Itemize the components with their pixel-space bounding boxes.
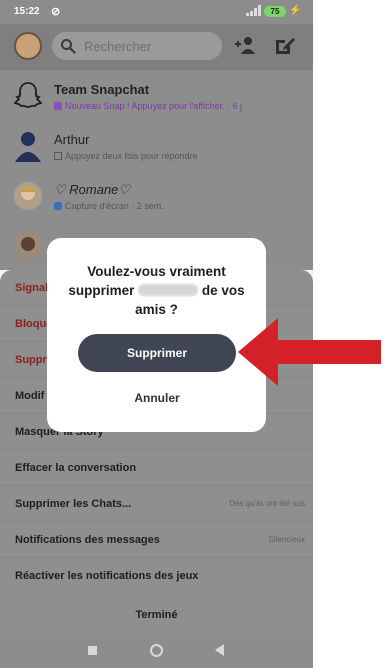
snapchat-ghost-icon [13,82,43,108]
do-not-disturb-icon: ⊘ [51,6,61,18]
dialog-message-line2-prefix: supprimer [68,283,135,298]
sheet-item-label: Suppr [15,354,47,366]
sheet-item-delete-chats[interactable]: Supprimer les Chats... Dès qu'ils ont été… [0,486,313,522]
sheet-item-message-notifications[interactable]: Notifications des messages Silencieux [0,522,313,558]
sheet-item-value: Dès qu'ils ont été vus [229,499,305,508]
dialog-message: Voulez-vous vraiment supprimer de vos am… [57,262,256,319]
chat-subtitle-text: Appuyez deux fois pour répondre [65,151,198,161]
avatar [15,132,41,162]
sheet-item-clear-conversation[interactable]: Effacer la conversation [0,450,313,486]
top-header: Rechercher [0,24,313,70]
chat-row-team-snapchat[interactable]: Team Snapchat Nouveau Snap ! Appuyez pou… [0,72,313,122]
home-icon[interactable] [150,644,163,657]
search-placeholder: Rechercher [84,39,152,54]
sheet-item-label: Notifications des messages [15,534,160,546]
screenshot-icon [54,202,62,210]
status-time: 15:22 [14,6,40,17]
sheet-item-label: Réactiver les notifications des jeux [15,570,199,582]
add-friend-icon[interactable] [234,36,256,54]
chat-status-icon [54,152,62,160]
sheet-item-label: Signal [15,282,49,294]
system-nav-bar [0,638,313,668]
charging-icon: ⚡ [289,5,302,16]
back-icon[interactable] [215,644,224,656]
new-chat-icon[interactable] [274,36,296,56]
chat-subtitle: Nouveau Snap ! Appuyez pour l'afficher. … [54,101,242,111]
sheet-item-label: Effacer la conversation [15,462,137,474]
sheet-item-value: Silencieux [268,535,305,544]
avatar [14,182,42,210]
cancel-button[interactable]: Annuler [78,386,236,410]
chat-subtitle: Appuyez deux fois pour répondre [54,151,198,161]
profile-avatar[interactable] [14,32,42,60]
blurred-username [138,284,199,296]
confirm-remove-friend-dialog: Voulez-vous vraiment supprimer de vos am… [47,238,266,432]
chat-name: Arthur [54,132,90,147]
chat-row-arthur[interactable]: Arthur Appuyez deux fois pour répondre [0,122,313,172]
sheet-item-label: Supprimer les Chats... [15,498,132,510]
dialog-message-line3: amis ? [135,302,178,317]
dialog-message-line1: Voulez-vous vraiment [87,264,226,279]
search-icon [61,39,76,54]
avatar [14,232,42,260]
battery-indicator: 75 [264,6,286,17]
sheet-item-game-notifications[interactable]: Réactiver les notifications des jeux [0,558,313,594]
chat-subtitle-text: Capture d'écran · 2 sem. [65,201,164,211]
sheet-item-label: Modif [15,390,45,402]
status-bar: 15:22 ⊘ 75 ⚡ [0,0,313,24]
red-pointer-arrow-icon [238,318,381,386]
confirm-remove-button[interactable]: Supprimer [78,334,236,372]
chat-row-romane[interactable]: ♡ Romane♡ Capture d'écran · 2 sem. [0,172,313,222]
recents-icon[interactable] [88,646,97,655]
chat-name: ♡ Romane♡ [54,182,131,197]
chat-subtitle: Capture d'écran · 2 sem. [54,201,164,211]
chat-name: Team Snapchat [54,82,150,97]
signal-icon [246,5,261,16]
dialog-message-line2-suffix: de vos [201,283,245,298]
done-button[interactable]: Terminé [0,600,313,638]
search-bar[interactable]: Rechercher [52,32,222,60]
new-snap-indicator-icon [54,102,62,110]
chat-subtitle-text: Nouveau Snap ! Appuyez pour l'afficher. … [65,101,243,111]
